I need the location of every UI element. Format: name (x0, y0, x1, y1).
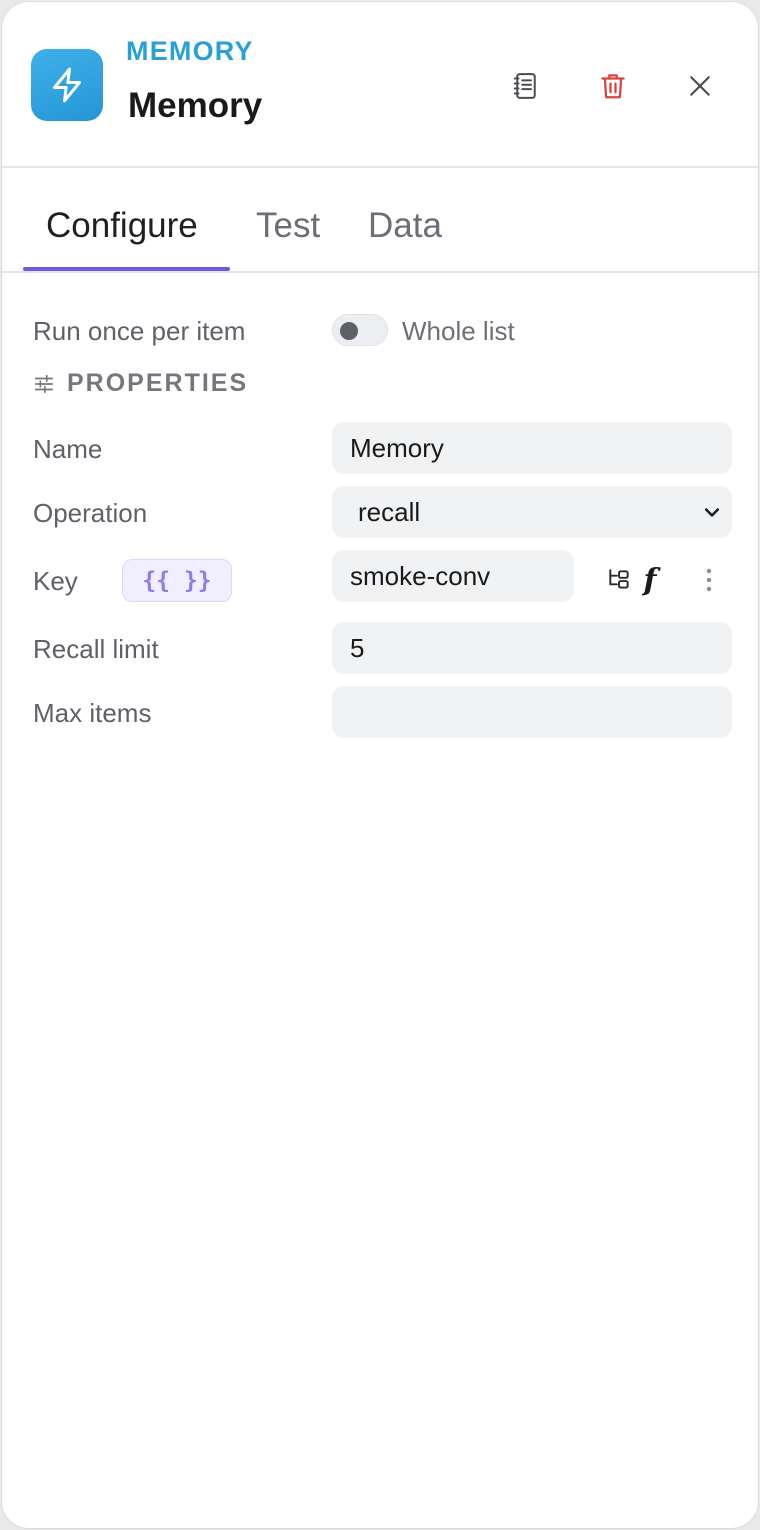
key-input[interactable]: smoke-conv (332, 550, 574, 602)
tree-structure-icon (609, 569, 629, 589)
expression-badge[interactable]: {{ }} (122, 559, 232, 602)
key-label: Key (33, 566, 78, 596)
active-tab-indicator (23, 267, 230, 271)
more-options-button[interactable] (696, 562, 722, 598)
node-config-panel: MEMORY Memory Configure Test Data Run on… (1, 1, 759, 1529)
sliders-icon (34, 374, 54, 393)
properties-section-header: PROPERTIES (33, 369, 248, 398)
close-icon (690, 76, 710, 96)
operation-label: Operation (33, 498, 148, 528)
tab-data[interactable]: Data (368, 206, 442, 246)
delete-button[interactable] (591, 64, 635, 108)
run-mode-label: Run once per item (33, 316, 246, 346)
recall-limit-label: Recall limit (33, 634, 159, 664)
trash-icon (601, 74, 625, 99)
function-button[interactable]: f (638, 562, 662, 598)
node-title: Memory (128, 86, 263, 125)
node-type-label: MEMORY (126, 36, 254, 66)
tab-bar: Configure Test Data (2, 170, 758, 273)
toggle-knob (340, 322, 358, 340)
operation-select[interactable]: recall (332, 486, 732, 538)
more-vertical-icon (706, 568, 712, 592)
recall-limit-input[interactable]: 5 (332, 622, 732, 674)
whole-list-toggle[interactable] (332, 314, 388, 346)
name-input[interactable]: Memory (332, 422, 732, 474)
properties-title: PROPERTIES (67, 369, 249, 397)
panel-header: MEMORY Memory (2, 2, 758, 168)
docs-button[interactable] (504, 64, 548, 108)
close-button[interactable] (678, 64, 722, 108)
whole-list-label: Whole list (402, 316, 515, 346)
name-label: Name (33, 434, 103, 464)
tab-configure[interactable]: Configure (46, 206, 198, 246)
tab-test[interactable]: Test (256, 206, 320, 246)
max-items-input[interactable] (332, 686, 732, 738)
notebook-icon (513, 73, 536, 99)
chevron-down-icon (704, 508, 720, 517)
max-items-label: Max items (33, 698, 152, 728)
lightning-bolt-icon (31, 49, 103, 121)
variable-picker-button[interactable] (603, 562, 635, 598)
operation-selected-value: recall (358, 496, 421, 527)
